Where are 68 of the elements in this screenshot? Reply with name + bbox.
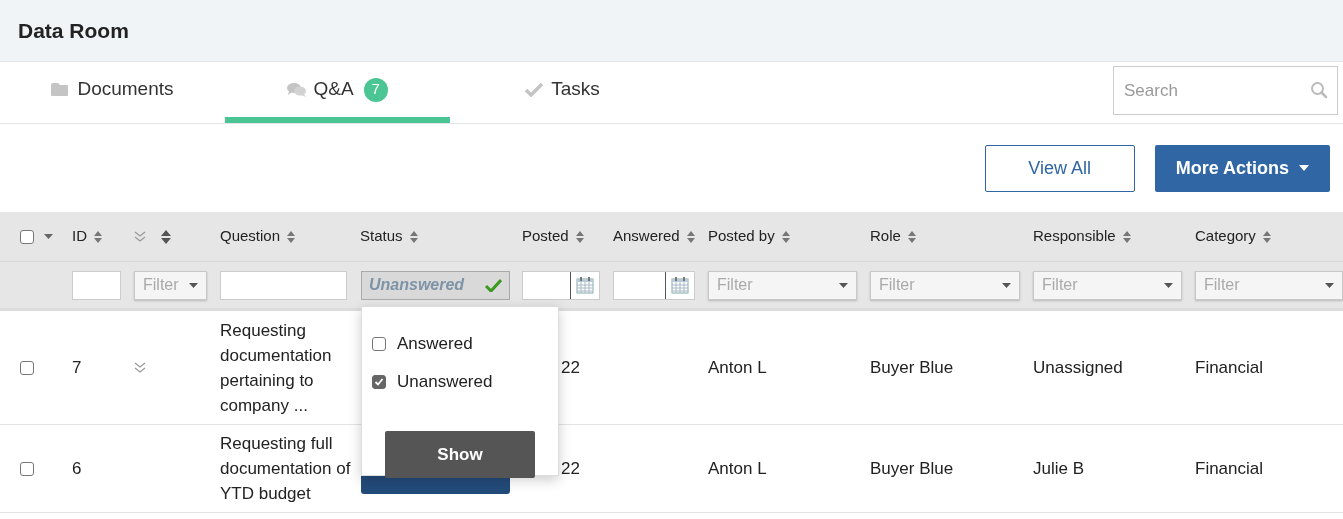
table-cell: Financial <box>1195 357 1264 377</box>
caret-icon <box>1002 282 1011 288</box>
question-text: Requesting full documentation of YTD budget <box>220 433 352 505</box>
table-cell: Buyer Blue <box>870 357 954 377</box>
search-field[interactable]: Search <box>1113 66 1338 115</box>
table-cell-text: 22 <box>560 356 580 379</box>
checkbox[interactable] <box>372 337 386 351</box>
column-header[interactable]: Answered <box>613 225 680 248</box>
sort-icon <box>408 229 419 244</box>
tab[interactable]: Tasks <box>450 62 675 123</box>
column-header[interactable]: ID <box>72 225 87 248</box>
sort-icon <box>93 229 103 244</box>
column-header[interactable]: Category <box>1195 225 1256 248</box>
table-cell: 7 <box>72 357 82 377</box>
sort-icon <box>1121 229 1132 244</box>
date-field[interactable] <box>613 270 695 300</box>
sort-icon <box>1261 229 1272 244</box>
option-label[interactable]: Answered <box>397 331 473 357</box>
double-chevron-icon <box>134 362 146 373</box>
view-all-button[interactable]: View All <box>984 144 1135 192</box>
table-cell-text: 22 <box>560 457 580 480</box>
more-actions-button[interactable]: More Actions <box>1154 144 1330 192</box>
column-header[interactable]: Question <box>220 225 281 248</box>
chat-bubbles-icon <box>287 82 308 97</box>
calendar-icon <box>576 276 594 294</box>
checkbox[interactable] <box>20 461 34 476</box>
column-header[interactable]: Responsible <box>1033 225 1116 248</box>
sort-icon <box>780 229 791 244</box>
sort-icon <box>906 229 917 244</box>
calendar-icon <box>671 276 689 294</box>
sort-icon <box>574 229 585 244</box>
sort-icon <box>685 229 696 244</box>
double-chevron-icon <box>134 231 146 242</box>
column-header[interactable]: Posted <box>522 225 569 248</box>
search-icon <box>1310 81 1328 99</box>
tab[interactable]: Documents <box>0 62 225 123</box>
sort-icon <box>286 229 297 244</box>
checkbox[interactable] <box>372 375 386 389</box>
filter-input[interactable] <box>72 270 121 300</box>
caret-icon <box>44 234 53 239</box>
table-cell: Unassigned <box>1033 357 1123 377</box>
question-text: Requesting documentation pertaining to company ... <box>220 319 333 417</box>
caret-icon <box>1299 165 1309 171</box>
caret-icon <box>189 282 198 288</box>
column-header[interactable]: Role <box>870 225 901 248</box>
table-cell: Anton L <box>708 458 767 478</box>
checkbox[interactable] <box>20 360 34 375</box>
caret-icon <box>1164 282 1173 288</box>
checkmark-icon <box>485 278 502 292</box>
filter-input[interactable] <box>220 270 347 300</box>
table-cell: Anton L <box>708 357 767 377</box>
show-button[interactable]: Show <box>385 431 535 478</box>
option-label[interactable]: Unanswered <box>397 369 493 395</box>
table-cell: Julie B <box>1033 458 1085 478</box>
checkmark-icon <box>525 82 546 97</box>
caret-icon <box>1325 282 1334 288</box>
date-field[interactable] <box>522 270 600 300</box>
page-title: Data Room <box>18 17 129 44</box>
sort-icon <box>160 228 172 245</box>
table-cell: Financial <box>1195 458 1264 478</box>
table-cell: 6 <box>72 458 82 478</box>
column-header[interactable]: Posted by <box>708 225 775 248</box>
caret-icon <box>839 282 848 288</box>
column-header[interactable]: Status <box>360 225 403 248</box>
tab[interactable]: Q&A 7 <box>225 62 450 123</box>
table-cell: Buyer Blue <box>870 458 954 478</box>
checkbox[interactable] <box>20 229 34 244</box>
count-badge: 7 <box>363 77 388 102</box>
